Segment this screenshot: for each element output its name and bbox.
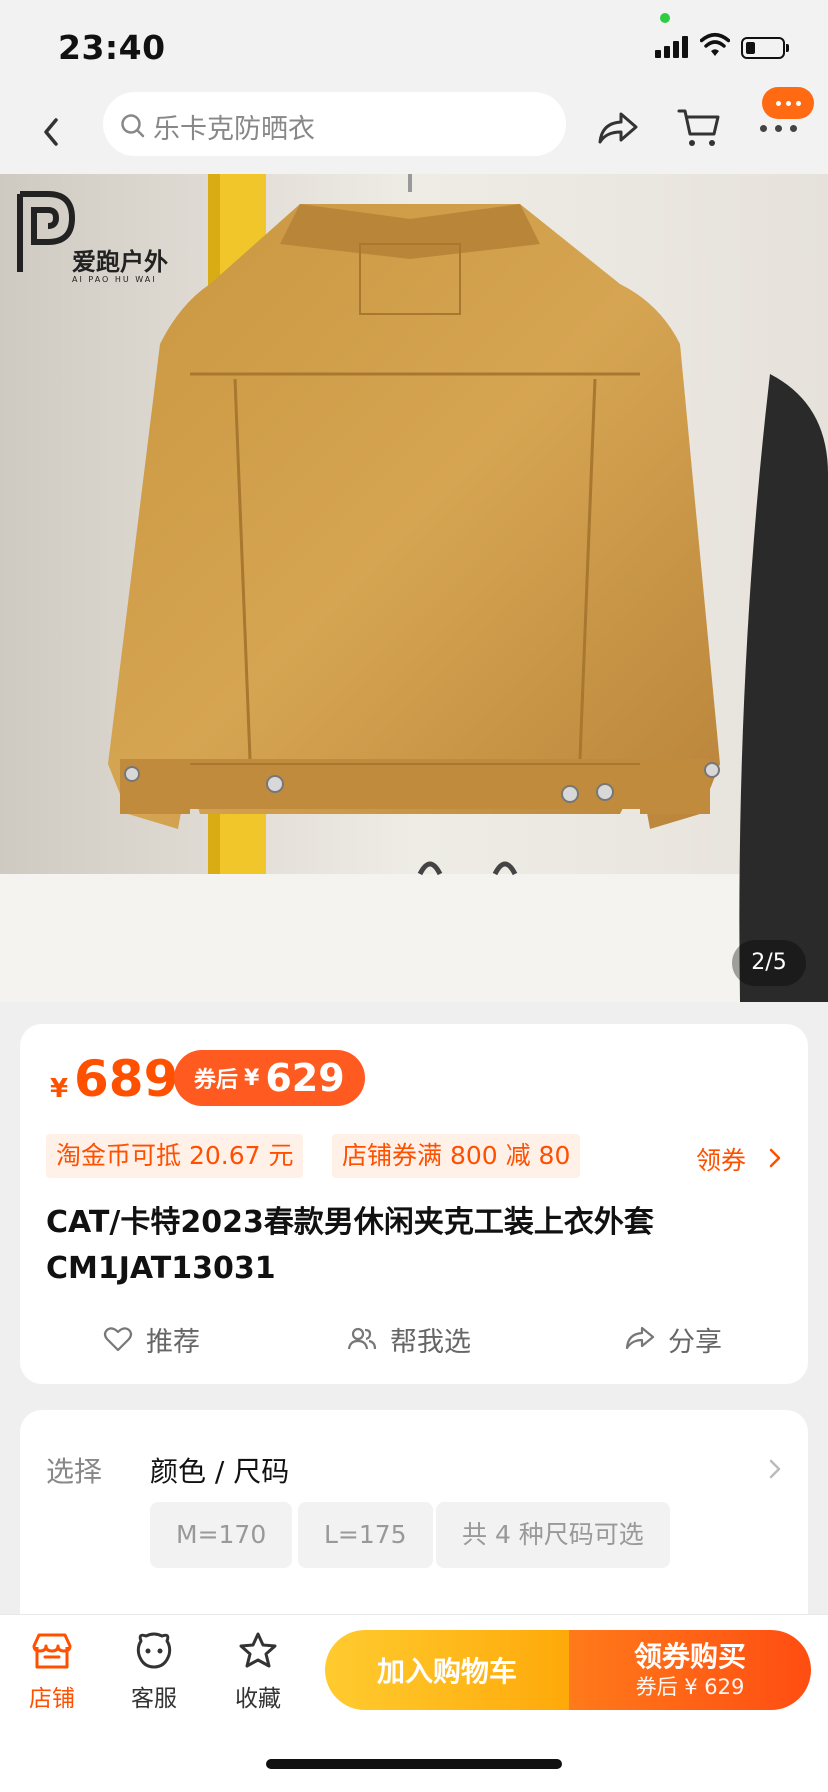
get-coupon-link[interactable]: 领券 [696, 1141, 746, 1177]
recommend-button[interactable]: 推荐 [102, 1314, 200, 1364]
coupon-price-currency: ¥ [244, 1065, 260, 1091]
search-input[interactable]: 乐卡克防晒衣 [103, 92, 566, 156]
size-chip[interactable]: 共 4 种尺码可选 [436, 1502, 670, 1568]
add-to-cart-button[interactable]: 加入购物车 [325, 1630, 569, 1710]
brand-logo-subtitle: AI PAO HU WAI [72, 275, 157, 284]
price-card: ¥ 689 券后 ¥ 629 淘金币可抵 20.67 元 店铺券满 800 减 … [20, 1024, 808, 1384]
coupon-price-badge: 券后 ¥ 629 [174, 1050, 365, 1106]
share-button[interactable]: 分享 [624, 1314, 722, 1364]
more-icon [760, 125, 797, 132]
help-me-choose-label: 帮我选 [390, 1326, 471, 1358]
cart-icon[interactable] [676, 106, 722, 150]
coupon-price-label: 券后 [194, 1068, 239, 1093]
customer-service-button[interactable]: 客服 [114, 1629, 194, 1713]
product-title-line2: CM1JAT13031 [46, 1251, 276, 1286]
brand-logo: 爱跑户外 AI PAO HU WAI [12, 184, 172, 284]
favorite-button[interactable]: 收藏 [218, 1629, 298, 1713]
price-value: 689 [74, 1050, 179, 1108]
product-title: CAT/卡特2023春款男休闲夹克工装上衣外套 CM1JAT13031 [46, 1200, 786, 1292]
price-currency: ¥ [50, 1074, 69, 1104]
brand-logo-name: 爱跑户外 [72, 248, 168, 276]
coupon-buy-price: 券后 ¥ 629 [635, 1675, 745, 1699]
battery-icon [741, 37, 789, 59]
product-image-gallery[interactable]: 爱跑户外 AI PAO HU WAI 2/5 [0, 174, 828, 1002]
promo-tag-taojinbi[interactable]: 淘金币可抵 20.67 元 [46, 1134, 304, 1178]
wifi-icon [700, 33, 730, 56]
image-counter: 2/5 [732, 940, 806, 986]
favorite-label: 收藏 [235, 1686, 281, 1712]
size-chip[interactable]: M=170 [150, 1502, 293, 1568]
camera-indicator-dot [660, 13, 670, 23]
recommend-label: 推荐 [146, 1326, 200, 1358]
options-card[interactable]: 选择 颜色 / 尺码 M=170 L=175 共 4 种尺码可选 [20, 1410, 808, 1630]
more-badge [762, 87, 814, 119]
share-label: 分享 [668, 1326, 722, 1358]
heart-icon [103, 1327, 133, 1352]
share-icon[interactable] [596, 108, 640, 148]
size-chip[interactable]: L=175 [298, 1502, 433, 1568]
cellular-signal-icon [655, 36, 689, 58]
share-icon [625, 1326, 655, 1350]
cta-group: 加入购物车 领券购买 券后 ¥ 629 [325, 1630, 811, 1710]
coupon-price-value: 629 [265, 1056, 345, 1100]
promo-tag-shop-coupon[interactable]: 店铺券满 800 减 80 [332, 1134, 581, 1178]
chevron-right-icon[interactable] [768, 1458, 782, 1480]
service-icon [136, 1632, 172, 1669]
home-indicator [266, 1759, 562, 1769]
nav-bar: 乐卡克防晒衣 [0, 87, 828, 174]
search-icon [121, 114, 145, 138]
shop-icon [32, 1633, 72, 1669]
select-label: 选择 [46, 1455, 103, 1488]
status-bar: 23:40 [0, 0, 828, 90]
people-icon [347, 1327, 377, 1350]
color-size-title: 颜色 / 尺码 [150, 1455, 290, 1488]
shop-label: 店铺 [29, 1686, 75, 1712]
coupon-buy-button[interactable]: 领券购买 券后 ¥ 629 [569, 1630, 811, 1710]
more-button[interactable] [752, 87, 818, 141]
coupon-buy-label: 领券购买 [633, 1640, 746, 1673]
help-me-choose-button[interactable]: 帮我选 [346, 1314, 471, 1364]
search-text: 乐卡克防晒衣 [153, 114, 315, 145]
star-icon [239, 1632, 277, 1668]
chevron-right-icon[interactable] [768, 1147, 782, 1169]
status-time: 23:40 [58, 28, 166, 67]
customer-service-label: 客服 [131, 1686, 177, 1712]
jacket-photo [0, 174, 828, 1002]
action-row: 推荐 帮我选 分享 [20, 1314, 808, 1364]
product-title-line1: CAT/卡特2023春款男休闲夹克工装上衣外套 [46, 1205, 654, 1240]
shop-button[interactable]: 店铺 [12, 1629, 92, 1713]
back-icon[interactable] [36, 112, 66, 152]
